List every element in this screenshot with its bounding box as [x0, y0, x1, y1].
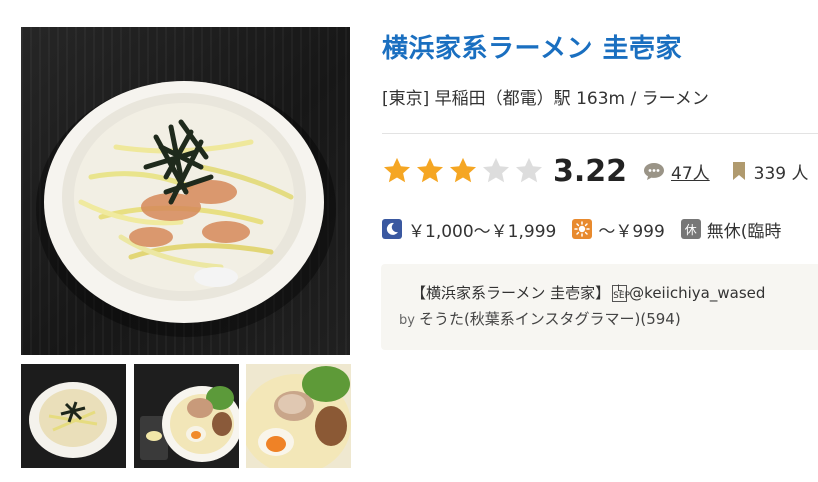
- review-count-link[interactable]: 47人: [671, 159, 710, 184]
- review-snippet-box[interactable]: 【横浜家系ラーメン 圭壱家】 L SEP@keiichiya_wased by そうた…: [381, 264, 818, 350]
- bookmark-count: 339 人: [753, 163, 809, 184]
- lunch-price: ～￥999: [598, 221, 665, 242]
- price-row: ￥1,000～￥1,999 ～￥999 休 無休(臨時: [382, 216, 797, 242]
- thumbnail-3[interactable]: [246, 364, 351, 468]
- review-author-line: by そうた(秋葉系インスタグラマー)(594): [399, 308, 681, 329]
- restaurant-location: [東京] 早稲田（都電）駅 163m / ラーメン: [382, 89, 709, 109]
- dinner-price: ￥1,000～￥1,999: [408, 221, 557, 242]
- holiday-badge: 休: [680, 219, 701, 239]
- review-snippet-title[interactable]: 【横浜家系ラーメン 圭壱家】 L SEP@keiichiya_wased: [411, 282, 765, 303]
- separator-icon: L SEP: [612, 284, 630, 302]
- sun-icon: [572, 219, 593, 239]
- moon-icon: [382, 219, 402, 239]
- main-photo[interactable]: [21, 27, 350, 355]
- rating-score: 3.22: [553, 153, 628, 189]
- star-rating: [382, 156, 547, 186]
- restaurant-name[interactable]: 横浜家系ラーメン 圭壱家: [382, 28, 682, 65]
- divider: [382, 133, 818, 134]
- thumbnail-2[interactable]: [134, 364, 239, 468]
- bookmark-icon: [732, 162, 745, 180]
- thumbnail-1[interactable]: [21, 364, 126, 468]
- by-label: by: [399, 313, 415, 328]
- ramen-bowl-image: [36, 81, 336, 337]
- star-filled-icon: [450, 157, 476, 183]
- star-empty-icon: [516, 157, 542, 183]
- review-title-suffix: @keiichiya_wased: [629, 284, 766, 302]
- ramen-bowl-thumb: [29, 382, 117, 458]
- rating-row: 3.22 47人 339 人: [382, 150, 809, 192]
- review-title-prefix: 【横浜家系ラーメン 圭壱家】: [411, 284, 611, 302]
- star-filled-icon: [417, 157, 443, 183]
- speech-bubble-icon: [644, 163, 665, 180]
- ramen-set-thumb: [140, 386, 239, 462]
- review-author[interactable]: そうた(秋葉系インスタグラマー)(594): [419, 310, 681, 328]
- star-empty-icon: [483, 157, 509, 183]
- ramen-closeup-thumb: [246, 364, 351, 468]
- star-filled-icon: [384, 157, 410, 183]
- holiday-info: 無休(臨時: [706, 221, 782, 242]
